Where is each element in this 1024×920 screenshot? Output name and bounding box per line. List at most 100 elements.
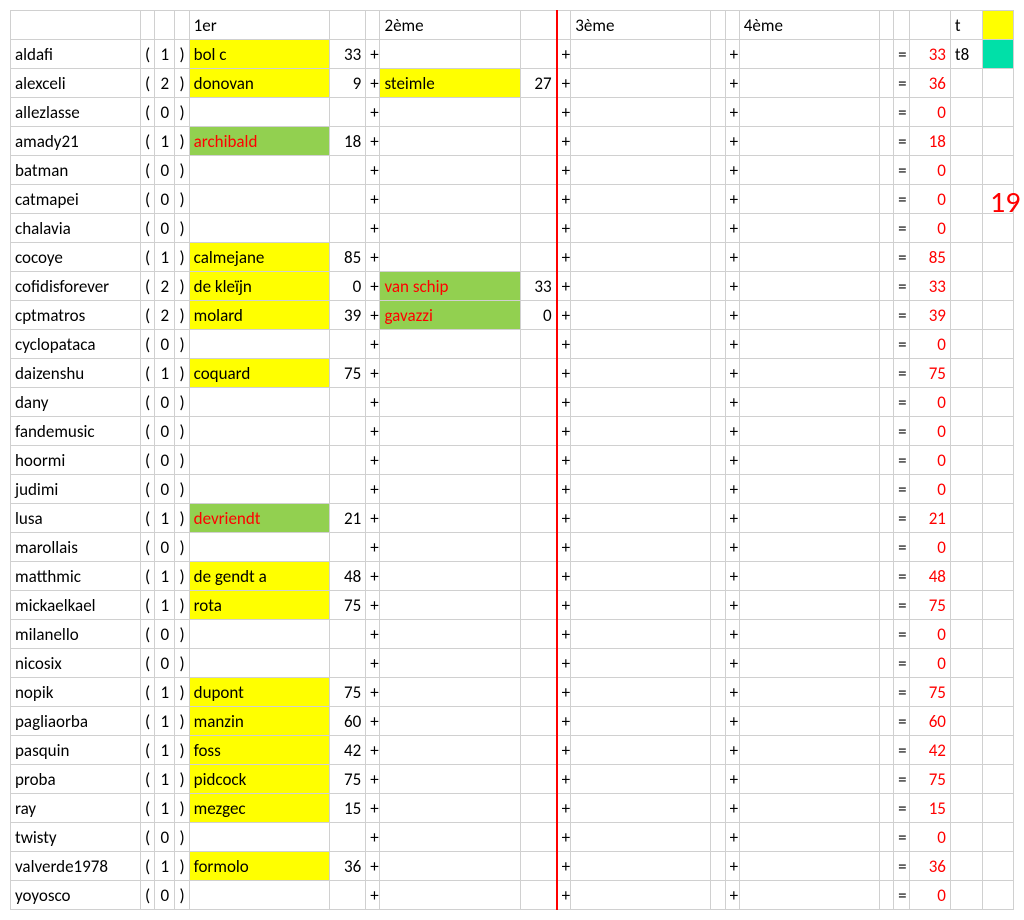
pts2 <box>520 620 557 649</box>
pts1: 36 <box>329 852 366 881</box>
xcol <box>983 823 1014 852</box>
rider2 <box>380 736 520 765</box>
rider3 <box>571 40 711 69</box>
pts3 <box>711 475 725 504</box>
player-name: ray <box>11 794 141 823</box>
pts4 <box>879 446 893 475</box>
equals: = <box>894 330 910 359</box>
pts1: 0 <box>329 272 366 301</box>
count: 1 <box>155 707 175 736</box>
equals: = <box>894 185 910 214</box>
plus2: + <box>557 736 571 765</box>
rider1 <box>189 388 329 417</box>
pts4 <box>879 330 893 359</box>
tcol <box>950 736 982 765</box>
pts2 <box>520 40 557 69</box>
tcol <box>950 591 982 620</box>
xcol <box>983 678 1014 707</box>
paren-close: ) <box>175 330 189 359</box>
plus1: + <box>366 417 380 446</box>
xcol <box>983 417 1014 446</box>
rider2 <box>380 562 520 591</box>
rider3 <box>571 98 711 127</box>
plus3: + <box>725 823 739 852</box>
table-row: cyclopataca(0)+++=0 <box>11 330 1014 359</box>
tcol <box>950 272 982 301</box>
plus2: + <box>557 446 571 475</box>
plus1: + <box>366 359 380 388</box>
total: 39 <box>910 301 951 330</box>
plus1: + <box>366 156 380 185</box>
rider1 <box>189 156 329 185</box>
rider2 <box>380 707 520 736</box>
rider1: pidcock <box>189 765 329 794</box>
tcol <box>950 330 982 359</box>
side-count: 19 <box>990 184 1020 221</box>
hdr-x <box>983 11 1014 40</box>
player-name: yoyosco <box>11 881 141 910</box>
plus2: + <box>557 562 571 591</box>
equals: = <box>894 243 910 272</box>
xcol <box>983 852 1014 881</box>
pts1: 75 <box>329 359 366 388</box>
player-name: twisty <box>11 823 141 852</box>
rider1 <box>189 98 329 127</box>
plus2: + <box>557 707 571 736</box>
pts4 <box>879 243 893 272</box>
total: 0 <box>910 388 951 417</box>
plus1: + <box>366 388 380 417</box>
equals: = <box>894 591 910 620</box>
paren-close: ) <box>175 214 189 243</box>
xcol <box>983 591 1014 620</box>
paren-open: ( <box>140 852 154 881</box>
rider3 <box>571 620 711 649</box>
rider2 <box>380 98 520 127</box>
paren-close: ) <box>175 40 189 69</box>
paren-close: ) <box>175 301 189 330</box>
paren-open: ( <box>140 98 154 127</box>
table-row: cofidisforever(2)de kleïjn0+van schip33+… <box>11 272 1014 301</box>
rider1 <box>189 533 329 562</box>
rider3 <box>571 446 711 475</box>
pts2 <box>520 678 557 707</box>
table-row: nopik(1)dupont75+++=75 <box>11 678 1014 707</box>
plus2: + <box>557 881 571 910</box>
plus2: + <box>557 330 571 359</box>
rider4 <box>739 852 879 881</box>
rider4 <box>739 417 879 446</box>
equals: = <box>894 388 910 417</box>
table-row: milanello(0)+++=0 <box>11 620 1014 649</box>
rider1: foss <box>189 736 329 765</box>
rider1: de kleïjn <box>189 272 329 301</box>
paren-close: ) <box>175 649 189 678</box>
total: 36 <box>910 69 951 98</box>
pts1: 75 <box>329 591 366 620</box>
rider3 <box>571 707 711 736</box>
plus3: + <box>725 736 739 765</box>
rider2 <box>380 765 520 794</box>
rider1: rota <box>189 591 329 620</box>
xcol <box>983 69 1014 98</box>
pts1 <box>329 823 366 852</box>
rider4 <box>739 881 879 910</box>
pts3 <box>711 272 725 301</box>
total: 0 <box>910 649 951 678</box>
paren-open: ( <box>140 272 154 301</box>
paren-open: ( <box>140 127 154 156</box>
pts3 <box>711 446 725 475</box>
player-name: catmapei <box>11 185 141 214</box>
pts3 <box>711 620 725 649</box>
rider3 <box>571 533 711 562</box>
xcol <box>983 881 1014 910</box>
tcol <box>950 359 982 388</box>
total: 48 <box>910 562 951 591</box>
table-row: fandemusic(0)+++=0 <box>11 417 1014 446</box>
player-name: cyclopataca <box>11 330 141 359</box>
count: 0 <box>155 823 175 852</box>
table-row: aldafi(1)bol c33+++=33t8 <box>11 40 1014 69</box>
pts4 <box>879 301 893 330</box>
rider4 <box>739 475 879 504</box>
tcol <box>950 301 982 330</box>
pts2 <box>520 649 557 678</box>
count: 0 <box>155 649 175 678</box>
